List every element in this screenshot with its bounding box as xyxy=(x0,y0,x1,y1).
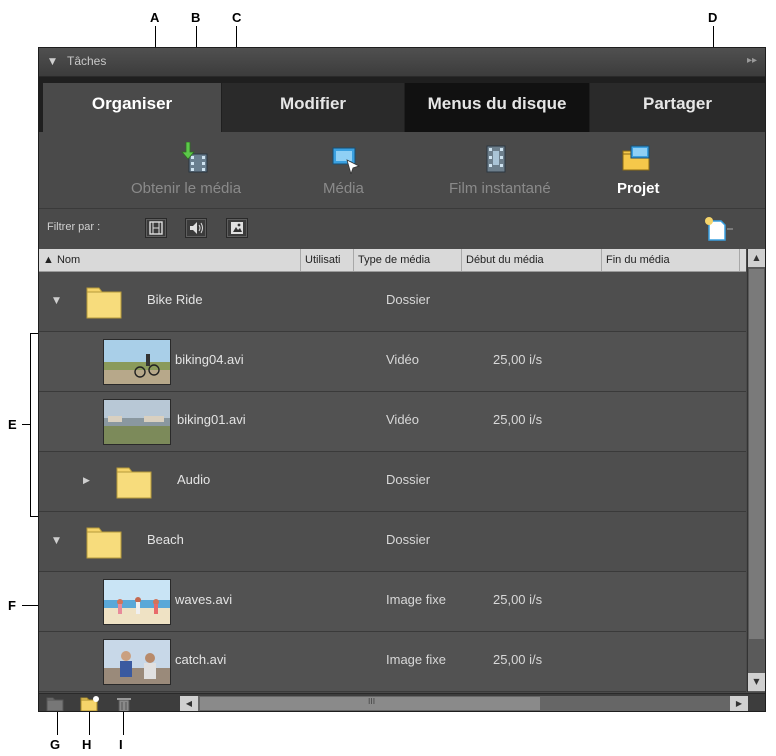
filter-video-button[interactable] xyxy=(145,218,167,238)
table-row[interactable]: waves.avi Image fixe 25,00 i/s xyxy=(39,572,746,632)
trash-icon[interactable] xyxy=(113,695,135,712)
double-chevron-right-icon[interactable]: ▸▸ xyxy=(747,55,757,66)
filter-audio-button[interactable] xyxy=(185,218,207,238)
table-row[interactable]: catch.avi Image fixe 25,00 i/s xyxy=(39,632,746,692)
vertical-scrollbar[interactable]: ▲ ▼ xyxy=(747,249,765,692)
media-icon xyxy=(332,147,361,174)
new-item-icon[interactable] xyxy=(703,215,733,243)
item-start: 25,00 i/s xyxy=(493,592,543,607)
tasks-titlebar[interactable]: ▼ Tâches ▸▸ xyxy=(39,48,765,77)
item-name: waves.avi xyxy=(175,592,233,607)
task-tabs: Organiser Modifier Menus du disque Parta… xyxy=(39,77,765,132)
callout-d: D xyxy=(708,10,718,25)
tasks-title: Tâches xyxy=(67,54,107,68)
item-type: Vidéo xyxy=(386,412,420,427)
item-name: Audio xyxy=(177,472,211,487)
item-name: Bike Ride xyxy=(147,292,203,307)
filter-bar: Filtrer par : xyxy=(39,208,765,249)
table-row[interactable]: ▶ Audio Dossier xyxy=(39,452,746,512)
scroll-grip: III xyxy=(368,697,376,706)
filter-label: Filtrer par : xyxy=(47,221,101,233)
callout-f: F xyxy=(8,598,16,613)
project-label: Projet xyxy=(617,180,660,197)
col-end[interactable]: Fin du média xyxy=(602,249,740,271)
col-usage[interactable]: Utilisati xyxy=(301,249,354,271)
triangle-down-icon[interactable]: ▼ xyxy=(49,57,56,67)
film-icon xyxy=(149,221,163,235)
scroll-right-icon[interactable]: ▶ xyxy=(730,696,748,711)
scroll-left-icon[interactable]: ◀ xyxy=(180,696,198,711)
tab-partager[interactable]: Partager xyxy=(590,83,765,132)
col-type[interactable]: Type de média xyxy=(354,249,462,271)
bottom-bar: ◀ III ▶ xyxy=(39,693,765,712)
callout-i: I xyxy=(119,737,123,752)
project-folder-icon xyxy=(622,145,650,171)
folder-icon xyxy=(116,467,152,499)
scroll-down-icon[interactable]: ▼ xyxy=(748,673,765,691)
media-list-header: ▲ Nom Utilisati Type de média Début du m… xyxy=(39,249,746,272)
item-type: Dossier xyxy=(386,292,431,307)
item-start: 25,00 i/s xyxy=(493,652,543,667)
speaker-icon xyxy=(190,222,203,234)
col-name[interactable]: ▲ Nom xyxy=(39,249,301,271)
item-name: biking01.avi xyxy=(177,412,246,427)
item-start: 25,00 i/s xyxy=(493,412,543,427)
filter-image-button[interactable] xyxy=(226,218,248,238)
horizontal-scrollbar[interactable]: ◀ III ▶ xyxy=(180,696,748,711)
item-type: Image fixe xyxy=(386,652,446,667)
item-type: Dossier xyxy=(386,532,431,547)
instant-movie-icon xyxy=(486,145,506,173)
tab-menus-du-disque[interactable]: Menus du disque xyxy=(405,83,589,132)
item-start: 25,00 i/s xyxy=(493,352,543,367)
callout-a: A xyxy=(150,10,160,25)
image-thumbnail xyxy=(103,639,171,685)
organiser-toolbar: Obtenir le média Média Film instantané P… xyxy=(39,132,765,208)
get-media-icon xyxy=(181,142,208,173)
table-row[interactable]: ▼ Bike Ride Dossier xyxy=(39,272,746,332)
callout-e: E xyxy=(8,417,17,432)
scroll-thumb[interactable] xyxy=(749,269,764,639)
video-thumbnail xyxy=(103,339,171,385)
item-type: Dossier xyxy=(386,472,431,487)
item-type: Image fixe xyxy=(386,592,446,607)
tab-organiser[interactable]: Organiser xyxy=(43,83,221,132)
triangle-right-icon[interactable]: ▶ xyxy=(83,476,90,486)
triangle-down-icon[interactable]: ▼ xyxy=(53,296,60,306)
image-icon xyxy=(231,222,243,234)
tasks-panel: ▼ Tâches ▸▸ Organiser Modifier Menus du … xyxy=(38,47,766,712)
media-label: Média xyxy=(323,180,364,197)
scroll-up-icon[interactable]: ▲ xyxy=(748,249,765,267)
callout-b: B xyxy=(191,10,201,25)
callout-g: G xyxy=(50,737,61,752)
table-row[interactable]: biking04.avi Vidéo 25,00 i/s xyxy=(39,332,746,392)
callout-c: C xyxy=(232,10,242,25)
tab-modifier[interactable]: Modifier xyxy=(222,83,404,132)
image-thumbnail xyxy=(103,579,171,625)
new-folder-disabled-icon[interactable] xyxy=(45,695,67,712)
media-list: ▼ Bike Ride Dossier biking04.avi Vidéo 2… xyxy=(39,272,746,693)
get-media-label: Obtenir le média xyxy=(131,180,242,197)
item-name: biking04.avi xyxy=(175,352,244,367)
callout-h: H xyxy=(82,737,92,752)
item-name: catch.avi xyxy=(175,652,227,667)
video-thumbnail xyxy=(103,399,171,445)
folder-icon xyxy=(86,527,122,559)
instant-movie-label: Film instantané xyxy=(449,180,551,197)
table-row[interactable]: biking01.avi Vidéo 25,00 i/s xyxy=(39,392,746,452)
leader-e xyxy=(22,424,30,425)
item-type: Vidéo xyxy=(386,352,420,367)
table-row[interactable]: ▼ Beach Dossier xyxy=(39,512,746,572)
new-folder-icon[interactable] xyxy=(79,695,101,712)
triangle-down-icon[interactable]: ▼ xyxy=(53,536,60,546)
col-start[interactable]: Début du média xyxy=(462,249,602,271)
item-name: Beach xyxy=(147,532,184,547)
folder-icon xyxy=(86,287,122,319)
